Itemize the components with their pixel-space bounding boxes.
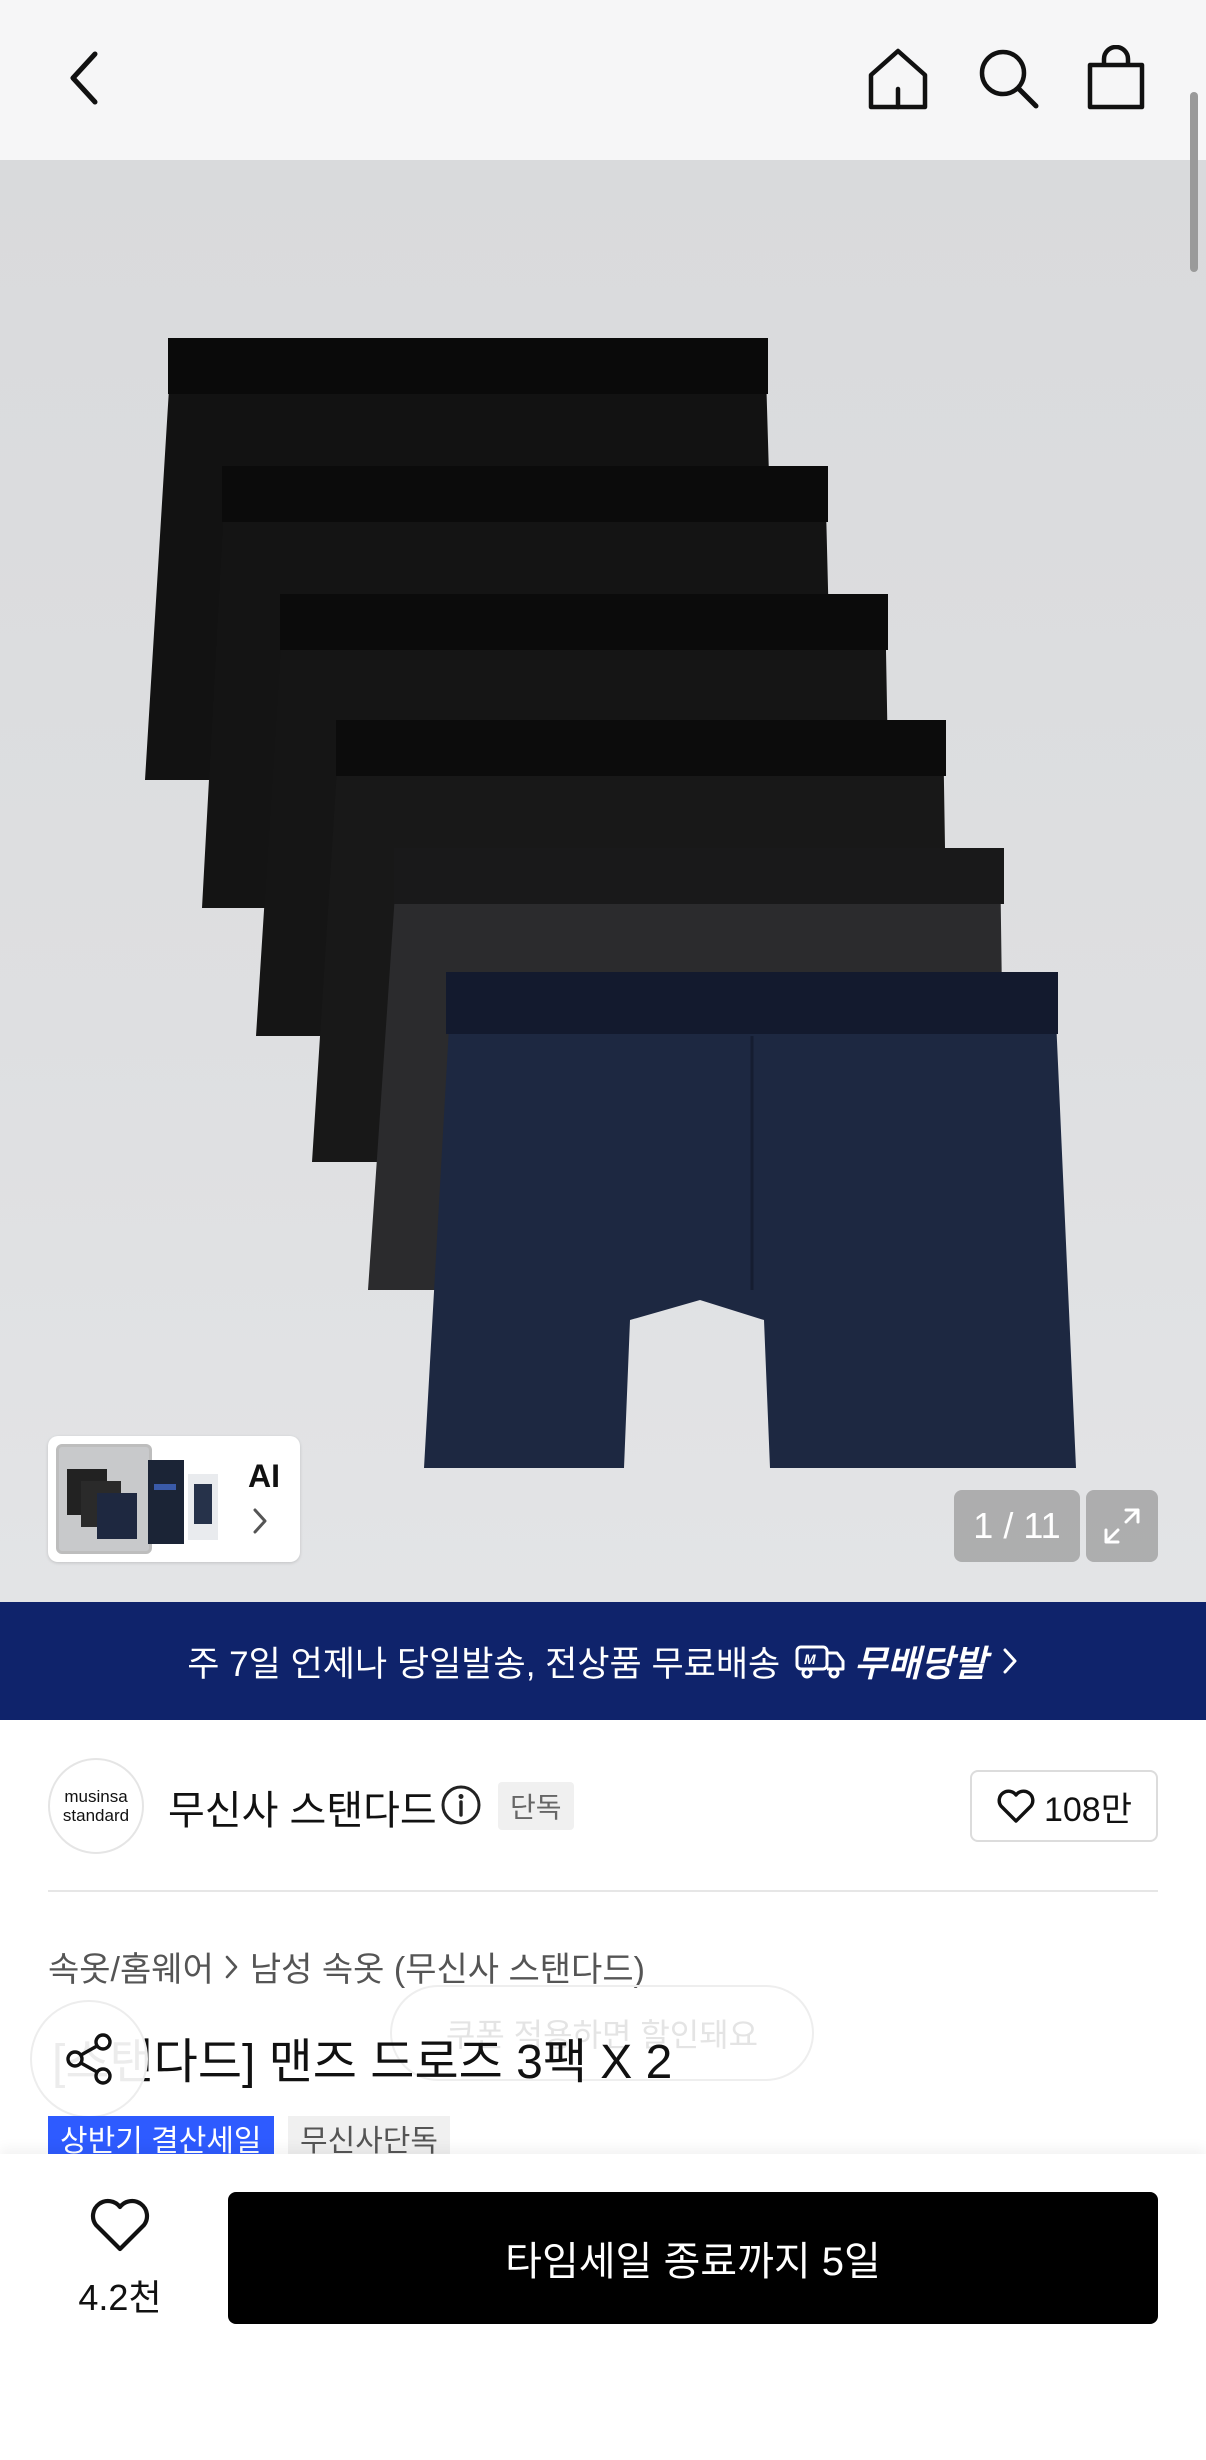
purchase-button[interactable]: 타임세일 종료까지 5일 <box>228 2192 1158 2324</box>
brand-logo-line2: standard <box>62 1806 130 1825</box>
brand-logo-line1: musinsa <box>64 1787 128 1806</box>
breadcrumb-subcategory[interactable]: 남성 속옷 (무신사 스탠다드) <box>250 1942 645 1991</box>
bottom-action-bar: 4.2천 타임세일 종료까지 5일 <box>0 2154 1206 2460</box>
search-button[interactable] <box>968 38 1048 118</box>
shipping-brand-label: 무배당발 <box>854 1643 987 1684</box>
back-button[interactable] <box>45 38 125 118</box>
ai-label: AI <box>248 1458 280 1494</box>
thumbnail-image <box>148 1460 218 1544</box>
home-icon <box>868 48 928 110</box>
shipping-banner[interactable]: 주 7일 언제나 당일발송, 전상품 무료배송 M 무배당발 <box>0 1602 1206 1720</box>
shipping-brand: M 무배당발 <box>794 1635 987 1687</box>
wishlist-count: 4.2천 <box>78 2277 162 2318</box>
cart-button[interactable] <box>1076 38 1156 118</box>
thumbnail-image <box>67 1469 137 1539</box>
thumbnail-current[interactable] <box>56 1444 152 1554</box>
brand-like-count: 108만 <box>1043 1790 1132 1829</box>
shipping-text: 주 7일 언제나 당일발송, 전상품 무료배송 <box>187 1644 781 1684</box>
product-image <box>145 338 1076 1468</box>
thumbnail-next[interactable] <box>148 1444 224 1554</box>
info-icon[interactable] <box>440 1784 482 1826</box>
brand-name[interactable]: 무신사 스탠다드 <box>168 1778 437 1836</box>
chevron-left-icon <box>70 51 98 105</box>
brand-logo[interactable]: musinsa standard <box>48 1758 144 1854</box>
heart-icon <box>90 2198 150 2252</box>
top-nav-bar <box>0 0 1206 160</box>
chevron-right-icon <box>253 1508 267 1534</box>
search-icon <box>979 49 1039 109</box>
heart-icon <box>997 1789 1035 1823</box>
product-image-carousel[interactable]: AI 1 / 11 <box>0 160 1206 1602</box>
wishlist-button[interactable]: 4.2천 <box>58 2196 182 2321</box>
image-counter: 1 / 11 <box>954 1490 1080 1562</box>
exclusive-tag: 단독 <box>498 1782 574 1830</box>
expand-image-button[interactable] <box>1086 1490 1158 1562</box>
home-button[interactable] <box>858 38 938 118</box>
ai-recommend-card[interactable]: AI <box>48 1436 300 1562</box>
chevron-right-icon <box>1003 1648 1017 1674</box>
page-scrollbar[interactable] <box>1190 92 1198 272</box>
divider <box>48 1890 1158 1892</box>
expand-icon <box>1104 1508 1140 1544</box>
brand-like-button[interactable]: 108만 <box>970 1770 1158 1842</box>
shopping-bag-icon <box>1087 45 1145 110</box>
product-page: AI 1 / 11 주 7일 언제나 당일발송, 전상품 무료배송 M 무배당발… <box>0 0 1206 2460</box>
chevron-right-icon <box>225 1955 238 1978</box>
delivery-truck-icon: M <box>795 1645 845 1679</box>
share-button[interactable] <box>30 2000 148 2118</box>
breadcrumb-category[interactable]: 속옷/홈웨어 <box>48 1942 214 1991</box>
breadcrumb: 속옷/홈웨어 남성 속옷 (무신사 스탠다드) <box>48 1942 645 1991</box>
svg-text:M: M <box>804 1651 816 1667</box>
share-icon <box>66 2033 112 2085</box>
